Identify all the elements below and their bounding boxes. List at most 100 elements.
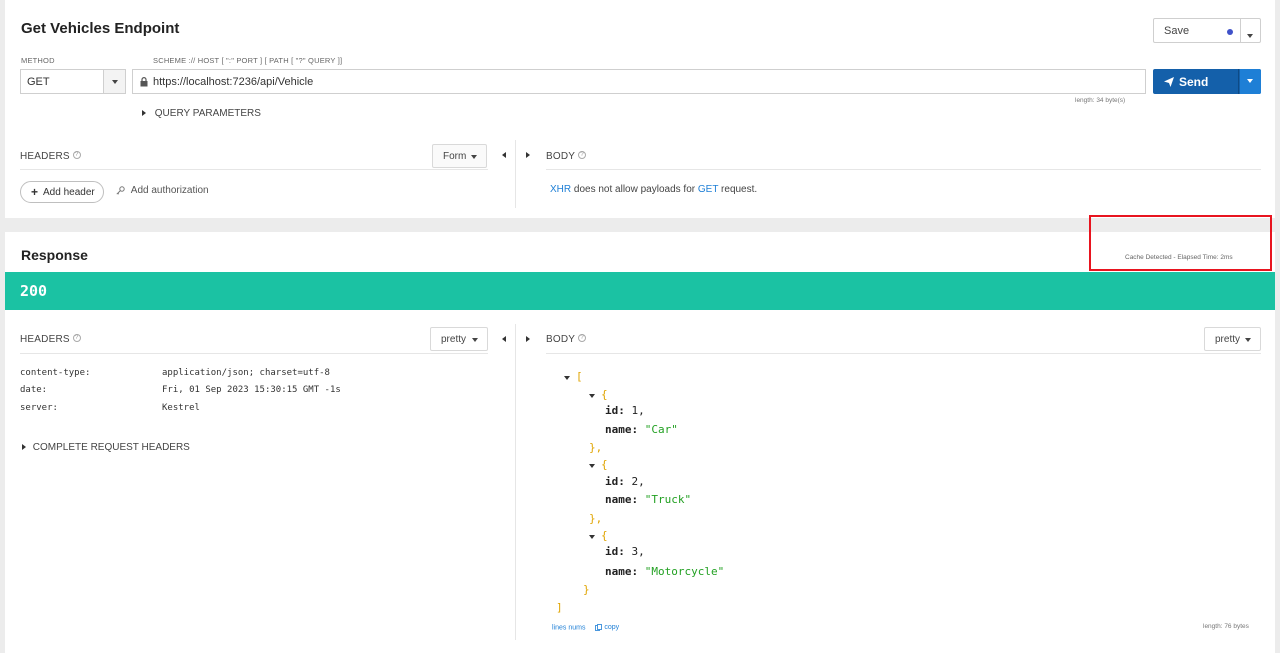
- add-authorization-label: Add authorization: [130, 185, 209, 196]
- body-note-end: request.: [721, 184, 758, 195]
- response-headers-heading: HEADERS?: [20, 334, 81, 345]
- paper-plane-icon: [1164, 77, 1174, 87]
- lock-icon: [140, 77, 148, 87]
- query-parameters-toggle[interactable]: QUERY PARAMETERS: [142, 108, 261, 119]
- expand-icon: [142, 110, 146, 117]
- key-icon: [116, 186, 125, 195]
- help-icon[interactable]: ?: [72, 334, 81, 342]
- response-body-heading: BODY?: [546, 334, 587, 345]
- status-code: 200: [20, 282, 48, 300]
- headers-form-select[interactable]: Form: [432, 144, 487, 168]
- copy-link[interactable]: copy: [595, 624, 619, 631]
- json-bracket: [: [576, 370, 583, 383]
- json-bracket: ]: [556, 601, 563, 614]
- form-label: Form: [443, 151, 467, 162]
- json-brace: {: [601, 529, 608, 542]
- save-button[interactable]: Save: [1153, 18, 1261, 43]
- headers-pretty-select[interactable]: pretty: [430, 327, 488, 351]
- header-value: Fri, 01 Sep 2023 15:30:15 GMT -1s: [162, 385, 341, 395]
- request-body-heading: BODY?: [546, 151, 587, 162]
- chevron-down-icon: [471, 155, 477, 159]
- method-value: GET: [27, 76, 50, 88]
- json-brace: },: [589, 441, 603, 454]
- save-dropdown-icon[interactable]: [1247, 29, 1253, 41]
- status-bar: 200: [5, 272, 1275, 310]
- collapse-object-icon[interactable]: [589, 535, 595, 539]
- xhr-link[interactable]: XHR: [550, 184, 571, 195]
- complete-request-headers-toggle[interactable]: COMPLETE REQUEST HEADERS: [22, 442, 190, 453]
- body-pretty-select[interactable]: pretty: [1204, 327, 1261, 351]
- request-body-label: BODY: [546, 151, 576, 162]
- method-label: METHOD: [21, 56, 55, 65]
- add-authorization-button[interactable]: Add authorization: [116, 185, 209, 196]
- chevron-down-icon: [1247, 79, 1253, 83]
- header-value: Kestrel: [162, 403, 200, 413]
- lines-nums-link[interactable]: lines nums: [552, 624, 585, 631]
- scheme-label: SCHEME :// HOST [ ":" PORT ] [ PATH [ "?…: [153, 56, 343, 65]
- body-footer: lines nums copy: [552, 624, 619, 631]
- json-line: name: "Motorcycle": [605, 565, 725, 578]
- json-name: "Car": [644, 423, 678, 436]
- response-panel: Response Cache Detected - Elapsed Time: …: [5, 232, 1275, 653]
- url-value: https://localhost:7236/api/Vehicle: [153, 76, 314, 88]
- send-button[interactable]: Send: [1153, 69, 1261, 94]
- header-name: server:: [20, 403, 58, 413]
- collapse-object-icon[interactable]: [589, 464, 595, 468]
- request-title: Get Vehicles Endpoint: [21, 20, 180, 37]
- pretty-label: pretty: [1215, 334, 1241, 345]
- response-title: Response: [21, 247, 88, 263]
- pretty-label: pretty: [441, 334, 467, 345]
- collapse-right-icon[interactable]: [526, 152, 530, 158]
- body-note-middle: does not allow payloads for: [573, 184, 696, 195]
- get-link[interactable]: GET: [698, 184, 718, 195]
- method-dropdown-icon[interactable]: [103, 70, 125, 93]
- json-brace: {: [601, 388, 608, 401]
- json-line: name: "Car": [605, 423, 678, 436]
- collapse-object-icon[interactable]: [589, 394, 595, 398]
- body-note: XHR does not allow payloads for GET requ…: [550, 184, 757, 195]
- chevron-down-icon: [1245, 338, 1251, 342]
- send-label: Send: [1179, 75, 1209, 89]
- header-value: application/json; charset=utf-8: [162, 368, 330, 378]
- query-parameters-label: QUERY PARAMETERS: [154, 108, 261, 119]
- save-label: Save: [1164, 25, 1190, 37]
- collapse-left-icon[interactable]: [502, 336, 506, 342]
- save-divider: [1240, 19, 1241, 42]
- copy-icon: [595, 624, 603, 631]
- help-icon[interactable]: ?: [578, 334, 587, 342]
- json-brace: }: [583, 583, 590, 596]
- response-length-info: length: 76 bytes: [1203, 623, 1249, 630]
- json-id: 1: [631, 404, 639, 417]
- request-panel: Get Vehicles Endpoint Save METHOD GET SC…: [5, 0, 1275, 218]
- request-length-info: length: 34 byte(s): [1075, 97, 1126, 104]
- header-name: date:: [20, 385, 48, 395]
- request-headers-heading: HEADERS?: [20, 151, 81, 162]
- json-name: "Motorcycle": [644, 565, 725, 578]
- json-brace: {: [601, 458, 608, 471]
- response-headers-label: HEADERS: [20, 334, 70, 345]
- collapse-array-icon[interactable]: [564, 376, 570, 380]
- copy-label: copy: [604, 624, 620, 632]
- request-headers-label: HEADERS: [20, 151, 70, 162]
- chevron-down-icon: [472, 338, 478, 342]
- url-input[interactable]: https://localhost:7236/api/Vehicle: [132, 69, 1146, 94]
- help-icon[interactable]: ?: [72, 151, 81, 159]
- collapse-right-icon[interactable]: [526, 336, 530, 342]
- json-line: id: 3,: [605, 545, 645, 558]
- send-main-button[interactable]: Send: [1153, 69, 1239, 94]
- header-row: date:: [20, 385, 47, 395]
- json-line: id: 1,: [605, 404, 645, 417]
- header-row: server:: [20, 403, 58, 413]
- json-id: 3: [631, 545, 639, 558]
- method-select[interactable]: GET: [20, 69, 126, 94]
- json-id: 2: [631, 475, 639, 488]
- plus-icon: +: [31, 185, 39, 199]
- add-header-label: Add header: [43, 187, 95, 198]
- help-icon[interactable]: ?: [578, 151, 587, 159]
- send-dropdown-button[interactable]: [1240, 69, 1261, 94]
- json-line: id: 2,: [605, 475, 645, 488]
- add-header-button[interactable]: + Add header: [20, 181, 104, 203]
- collapse-left-icon[interactable]: [502, 152, 506, 158]
- header-name: content-type:: [20, 368, 91, 378]
- json-line: name: "Truck": [605, 493, 692, 506]
